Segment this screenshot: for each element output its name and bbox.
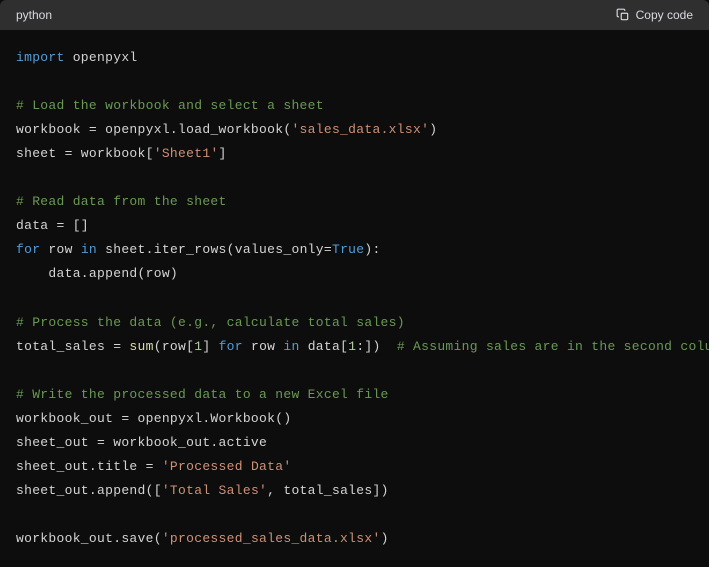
code-token: ] xyxy=(219,146,227,161)
code-token: total_sales = xyxy=(16,339,129,354)
code-token: sheet = workbook[ xyxy=(16,146,154,161)
code-token: ) xyxy=(381,531,389,546)
code-token: ] xyxy=(202,339,218,354)
code-token: workbook_out.save( xyxy=(16,531,162,546)
code-token: , total_sales]) xyxy=(267,483,389,498)
code-token: 'Total Sales' xyxy=(162,483,267,498)
code-token: ): xyxy=(364,242,380,257)
code-token: for xyxy=(16,242,40,257)
code-token: # Write the processed data to a new Exce… xyxy=(16,387,389,402)
code-line xyxy=(16,503,693,527)
code-line xyxy=(16,286,693,310)
code-token: ) xyxy=(429,122,437,137)
code-header: python Copy code xyxy=(0,0,709,30)
code-token: # Assuming sales are in the second colum… xyxy=(397,339,709,354)
code-token: (row[ xyxy=(154,339,195,354)
code-token: # Read data from the sheet xyxy=(16,194,227,209)
code-line: sheet_out.title = 'Processed Data' xyxy=(16,455,693,479)
code-line: # Read data from the sheet xyxy=(16,190,693,214)
code-token: :]) xyxy=(356,339,397,354)
code-token: workbook_out = openpyxl.Workbook() xyxy=(16,411,291,426)
code-token: sheet_out.title = xyxy=(16,459,162,474)
code-token: 'Processed Data' xyxy=(162,459,292,474)
code-line: sheet_out = workbook_out.active xyxy=(16,431,693,455)
code-line: workbook_out = openpyxl.Workbook() xyxy=(16,407,693,431)
code-line: workbook = openpyxl.load_workbook('sales… xyxy=(16,118,693,142)
code-token: 'processed_sales_data.xlsx' xyxy=(162,531,381,546)
code-token: import xyxy=(16,50,65,65)
code-token: row xyxy=(40,242,81,257)
code-line: total_sales = sum(row[1] for row in data… xyxy=(16,335,693,359)
code-token: sum xyxy=(129,339,153,354)
code-line: sheet_out.append(['Total Sales', total_s… xyxy=(16,479,693,503)
copy-icon xyxy=(616,8,630,22)
code-token: in xyxy=(81,242,97,257)
code-token: sheet_out = workbook_out.active xyxy=(16,435,267,450)
copy-button-label: Copy code xyxy=(636,8,693,22)
code-line: # Write the processed data to a new Exce… xyxy=(16,383,693,407)
code-line xyxy=(16,70,693,94)
code-content[interactable]: import openpyxl # Load the workbook and … xyxy=(0,30,709,567)
code-line: for row in sheet.iter_rows(values_only=T… xyxy=(16,238,693,262)
code-line: data.append(row) xyxy=(16,262,693,286)
code-line: # Process the data (e.g., calculate tota… xyxy=(16,311,693,335)
code-token: 'Sheet1' xyxy=(154,146,219,161)
language-label: python xyxy=(16,8,52,22)
code-token: for xyxy=(219,339,243,354)
code-token: in xyxy=(283,339,299,354)
code-block: python Copy code import openpyxl # Load … xyxy=(0,0,709,567)
code-token: data.append(row) xyxy=(16,266,178,281)
code-token: row xyxy=(243,339,284,354)
code-line: import openpyxl xyxy=(16,46,693,70)
code-line: sheet = workbook['Sheet1'] xyxy=(16,142,693,166)
code-line xyxy=(16,359,693,383)
code-token: sheet_out.append([ xyxy=(16,483,162,498)
code-token: True xyxy=(332,242,364,257)
code-token: data[ xyxy=(300,339,349,354)
copy-code-button[interactable]: Copy code xyxy=(616,8,693,22)
code-line: data = [] xyxy=(16,214,693,238)
code-token: openpyxl xyxy=(65,50,138,65)
code-token: sheet.iter_rows(values_only= xyxy=(97,242,332,257)
code-token: # Process the data (e.g., calculate tota… xyxy=(16,315,405,330)
code-token: workbook = openpyxl.load_workbook( xyxy=(16,122,291,137)
code-token: 'sales_data.xlsx' xyxy=(291,122,429,137)
code-token: # Load the workbook and select a sheet xyxy=(16,98,324,113)
code-line: # Load the workbook and select a sheet xyxy=(16,94,693,118)
code-line: workbook_out.save('processed_sales_data.… xyxy=(16,527,693,551)
code-token: data = [] xyxy=(16,218,89,233)
code-line xyxy=(16,166,693,190)
